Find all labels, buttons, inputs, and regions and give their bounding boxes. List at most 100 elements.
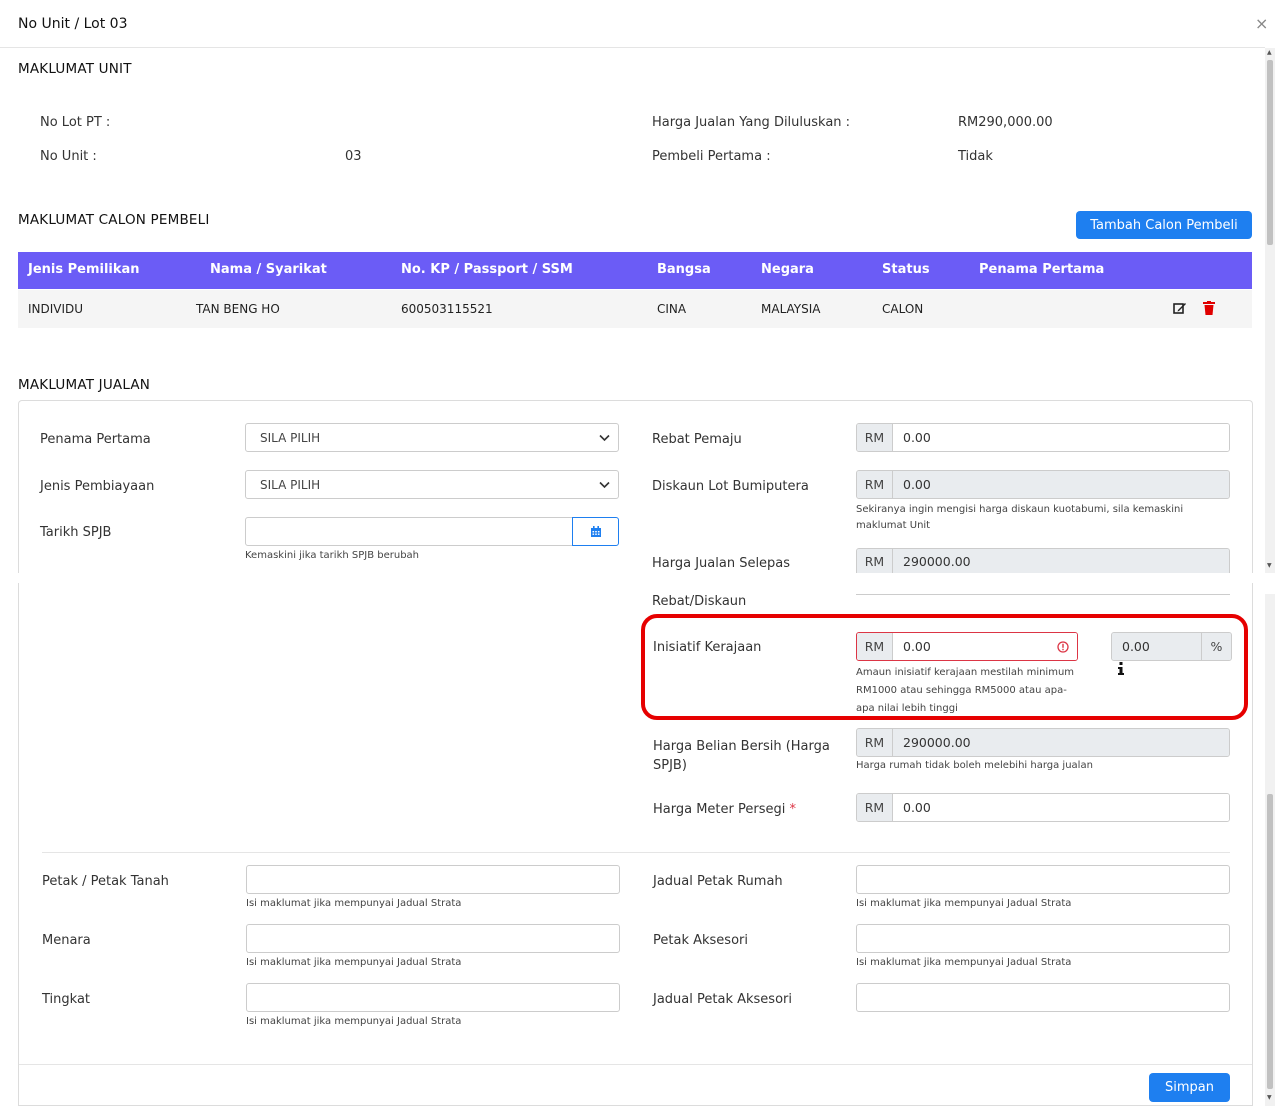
jenis-pembiayaan-label: Jenis Pembiayaan <box>40 479 155 494</box>
percent-addon: % <box>1201 633 1231 660</box>
tingkat-help: Isi maklumat jika mempunyai Jadual Strat… <box>246 1016 462 1027</box>
inisiatif-error-text: Amaun inisiatif kerajaan mestilah minimu… <box>856 664 1074 718</box>
scroll-down-arrow-icon[interactable]: ▼ <box>1267 1094 1272 1101</box>
section-maklumat-jualan: MAKLUMAT JUALAN <box>18 377 151 393</box>
meter-currency: RM <box>857 794 893 821</box>
cell-bangsa: CINA <box>657 302 687 316</box>
col-nama: Nama / Syarikat <box>210 262 327 277</box>
unit-value: 03 <box>345 149 362 164</box>
tingkat-label: Tingkat <box>42 992 91 1007</box>
cell-jenis: INDIVIDU <box>28 302 84 316</box>
meter-value: 0.00 <box>893 794 1229 821</box>
inisiatif-percent-input: 0.00 % <box>1111 632 1232 661</box>
modal-title: No Unit / Lot 03 <box>18 16 128 32</box>
diskaun-help: Sekiranya ingin mengisi harga diskaun ku… <box>856 504 1184 531</box>
error-icon <box>1057 641 1069 657</box>
header-divider <box>0 47 1265 48</box>
lot-pt-label: No Lot PT : <box>40 115 111 130</box>
petak-aksesori-input[interactable] <box>856 924 1230 953</box>
inisiatif-kerajaan-label: Inisiatif Kerajaan <box>653 640 762 655</box>
harga-meter-label-text: Harga Meter Persegi <box>653 802 786 817</box>
harga-bersih-input: RM 290000.00 <box>856 728 1230 757</box>
jadual-petak-aksesori-input[interactable] <box>856 983 1230 1012</box>
penama-pertama-label: Penama Pertama <box>40 432 151 447</box>
scroll-up-arrow-icon[interactable]: ▲ <box>1267 49 1272 56</box>
tarikh-spjb-help: Kemaskini jika tarikh SPJB berubah <box>245 550 420 561</box>
petak-aksesori-label: Petak Aksesori <box>653 933 748 948</box>
penama-pertama-select[interactable]: SILA PILIH <box>245 423 619 452</box>
petak-tanah-input[interactable] <box>246 865 620 894</box>
info-icon[interactable] <box>1117 662 1125 679</box>
inisiatif-kerajaan-input[interactable]: RM 0.00 <box>856 632 1078 661</box>
edit-icon[interactable] <box>1173 301 1187 318</box>
bersih-value: 290000.00 <box>893 729 1229 756</box>
scrollbar-upper[interactable] <box>1265 48 1275 573</box>
col-negara: Negara <box>761 262 814 277</box>
cell-nama: TAN BENG HO <box>196 302 280 316</box>
tingkat-input[interactable] <box>246 983 620 1012</box>
chevron-down-icon <box>599 478 610 491</box>
inisiatif-value: 0.00 <box>893 633 1077 660</box>
cell-no-kp: 600503115521 <box>401 302 493 316</box>
harga-diluluskan-value: RM290,000.00 <box>958 115 1053 130</box>
table-row: INDIVIDU TAN BENG HO 600503115521 CINA M… <box>18 290 1252 328</box>
inisiatif-error-line-3: apa nilai lebih tinggi <box>856 703 958 714</box>
harga-diluluskan-label: Harga Jualan Yang Diluluskan : <box>652 115 851 130</box>
section-calon-pembeli: MAKLUMAT CALON PEMBELI <box>18 212 210 228</box>
section-maklumat-unit: MAKLUMAT UNIT <box>18 61 132 77</box>
harga-meter-input[interactable]: RM 0.00 <box>856 793 1230 822</box>
menara-help: Isi maklumat jika mempunyai Jadual Strat… <box>246 957 462 968</box>
scroll-down-arrow-icon[interactable]: ▼ <box>1267 562 1272 569</box>
col-jenis-pemilikan: Jenis Pemilikan <box>28 262 140 277</box>
petak-aksesori-help: Isi maklumat jika mempunyai Jadual Strat… <box>856 957 1072 968</box>
jenis-pembiayaan-value: SILA PILIH <box>260 477 321 492</box>
penama-pertama-value: SILA PILIH <box>260 430 321 445</box>
pembeli-pertama-value: Tidak <box>958 149 993 164</box>
jenis-pembiayaan-select[interactable]: SILA PILIH <box>245 470 619 499</box>
close-icon[interactable]: × <box>1255 14 1268 33</box>
inisiatif-currency: RM <box>857 633 893 660</box>
cell-negara: MALAYSIA <box>761 302 821 316</box>
strata-divider <box>42 852 1230 853</box>
col-bangsa: Bangsa <box>657 262 711 277</box>
tarikh-spjb-label: Tarikh SPJB <box>40 525 112 540</box>
col-penama-pertama: Penama Pertama <box>979 262 1105 277</box>
scrollbar-thumb-lower[interactable] <box>1267 794 1273 1089</box>
buyers-table-header: Jenis Pemilikan Nama / Syarikat No. KP /… <box>18 252 1252 289</box>
menara-input[interactable] <box>246 924 620 953</box>
cell-status: CALON <box>882 302 924 316</box>
tarikh-spjb-input[interactable] <box>245 517 573 546</box>
rebat-value: 0.00 <box>893 424 1229 451</box>
jadual-petak-aksesori-label: Jadual Petak Aksesori <box>653 992 792 1007</box>
harga-selepas-label-2: Rebat/Diskaun <box>652 594 747 609</box>
jadual-petak-rumah-help: Isi maklumat jika mempunyai Jadual Strat… <box>856 898 1072 909</box>
inisiatif-error-line-2: RM1000 atau sehingga RM5000 atau apa- <box>856 685 1067 696</box>
rebat-pemaju-input[interactable]: RM 0.00 <box>856 423 1230 452</box>
selepas-currency: RM <box>857 549 893 573</box>
menara-label: Menara <box>42 933 91 948</box>
col-status: Status <box>882 262 930 277</box>
rebat-currency: RM <box>857 424 893 451</box>
col-no-kp: No. KP / Passport / SSM <box>401 262 573 277</box>
jadual-petak-rumah-label: Jadual Petak Rumah <box>653 874 783 889</box>
harga-bersih-label: Harga Belian Bersih (Harga SPJB) <box>653 737 830 775</box>
harga-selepas-input: RM 290000.00 <box>856 548 1230 573</box>
selepas-value: 290000.00 <box>893 549 1229 573</box>
calendar-button[interactable] <box>572 517 619 546</box>
diskaun-lot-label: Diskaun Lot Bumiputera <box>652 479 809 494</box>
add-buyer-button[interactable]: Tambah Calon Pembeli <box>1076 211 1252 239</box>
jadual-petak-rumah-input[interactable] <box>856 865 1230 894</box>
diskaun-lot-input: RM 0.00 <box>856 470 1230 499</box>
inisiatif-percent-value: 0.00 <box>1112 633 1201 660</box>
save-button[interactable]: Simpan <box>1149 1073 1230 1102</box>
rebat-pemaju-label: Rebat Pemaju <box>652 432 742 447</box>
delete-icon[interactable] <box>1203 301 1215 318</box>
harga-selepas-input-bottom <box>856 594 1230 595</box>
harga-bersih-label-2: SPJB) <box>653 758 687 773</box>
scrollbar-lower[interactable] <box>1265 594 1275 1106</box>
inisiatif-error-line-1: Amaun inisiatif kerajaan mestilah minimu… <box>856 667 1075 678</box>
card-footer-divider <box>19 1064 1252 1065</box>
scrollbar-thumb-upper[interactable] <box>1267 60 1273 245</box>
harga-bersih-help: Harga rumah tidak boleh melebihi harga j… <box>856 760 1093 771</box>
petak-tanah-label: Petak / Petak Tanah <box>42 874 169 889</box>
